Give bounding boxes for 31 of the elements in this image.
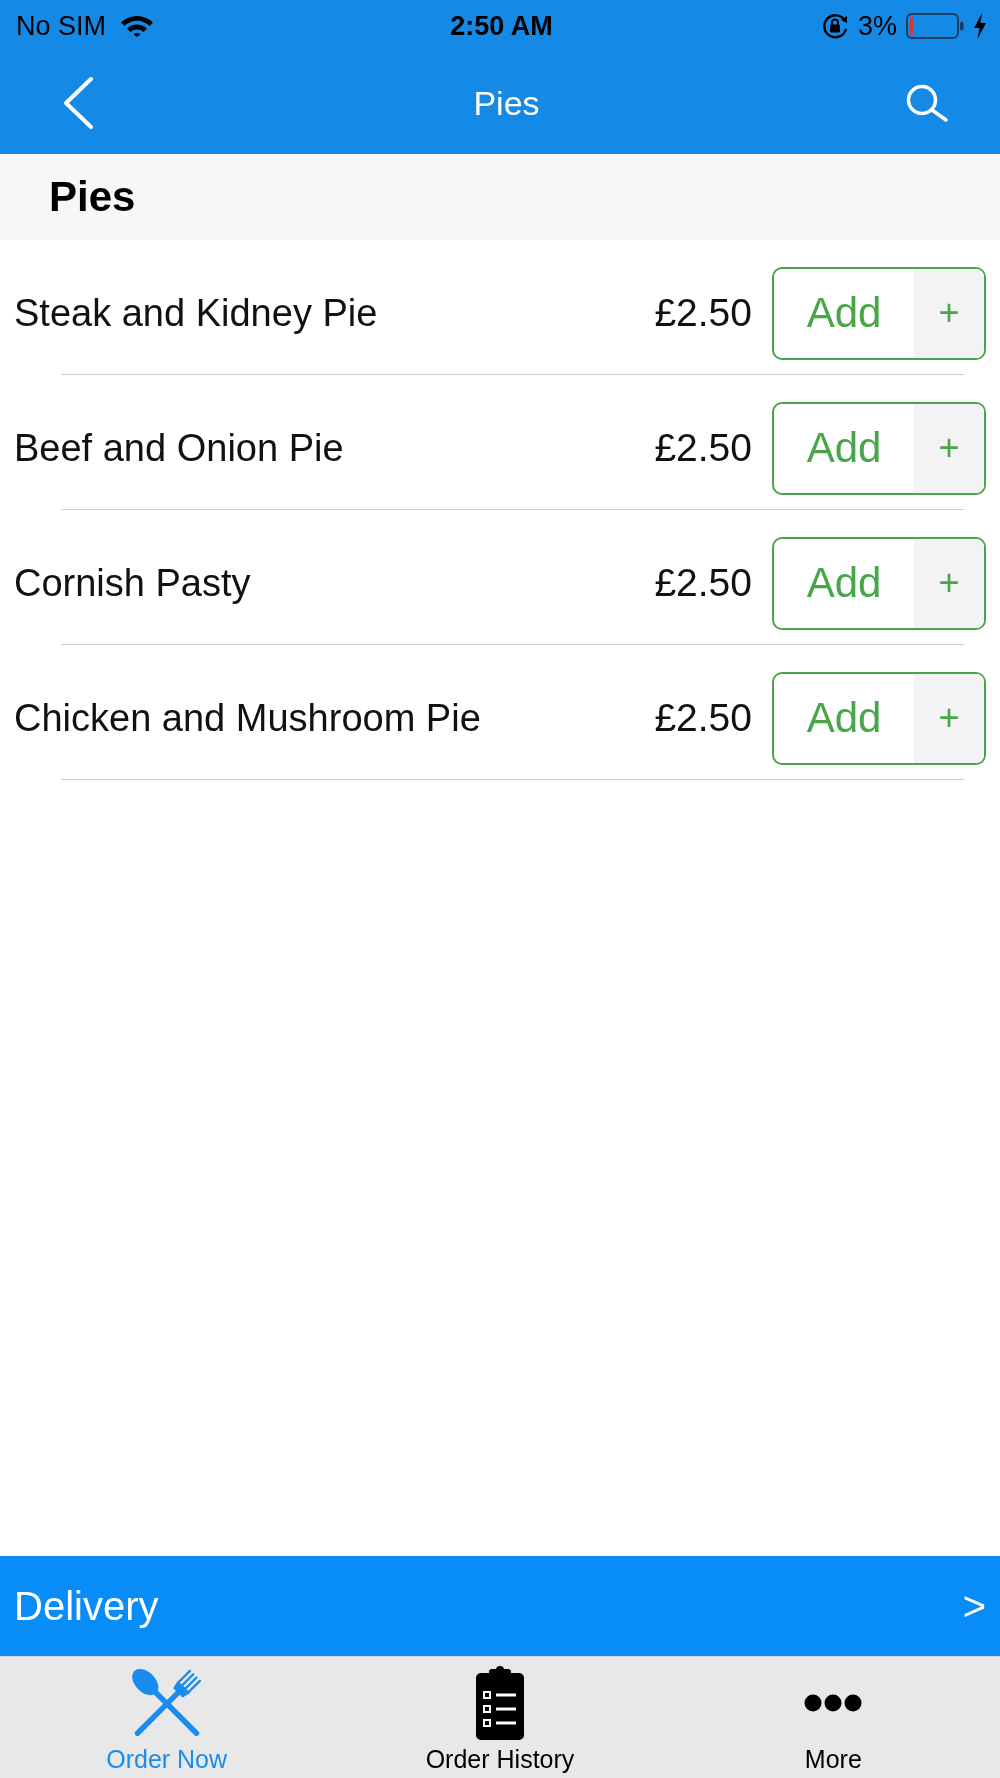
add-button[interactable]: Add + (772, 401, 986, 495)
item-name: Beef and Onion Pie (14, 426, 345, 470)
item-name: Cornish Pasty (14, 561, 252, 605)
tab[interactable]: Order History (333, 1657, 667, 1778)
item-name: Steak and Kidney Pie (14, 291, 379, 335)
battery-icon (906, 13, 964, 39)
clock-text: 2:50 AM (450, 10, 553, 42)
section-title: Pies (49, 173, 136, 221)
item-price: £2.50 (654, 696, 752, 740)
item-name: Chicken and Mushroom Pie (14, 696, 482, 740)
item-price: £2.50 (654, 561, 752, 605)
add-button[interactable]: Add + (772, 266, 986, 360)
battery-percent-text: 3% (857, 10, 897, 42)
wifi-icon (120, 15, 155, 37)
rotation-lock-icon (820, 12, 849, 40)
item-price: £2.50 (654, 291, 752, 335)
search-button[interactable] (906, 84, 950, 122)
clipboard-list-icon (476, 1666, 524, 1740)
delivery-bar[interactable]: Delivery > (0, 1556, 1000, 1657)
search-icon (906, 84, 950, 122)
tab[interactable]: More (666, 1657, 1000, 1778)
carrier-text: No SIM (16, 10, 107, 42)
more-dots-icon (804, 1694, 863, 1712)
item-price: £2.50 (654, 426, 752, 470)
back-button[interactable] (63, 77, 94, 129)
charging-bolt-icon (973, 13, 987, 39)
add-button[interactable]: Add + (772, 536, 986, 630)
tab[interactable]: Order Now (0, 1657, 334, 1778)
nav-title: Pies (473, 83, 540, 123)
add-button[interactable]: Add + (772, 671, 986, 765)
chevron-left-icon (63, 77, 94, 129)
